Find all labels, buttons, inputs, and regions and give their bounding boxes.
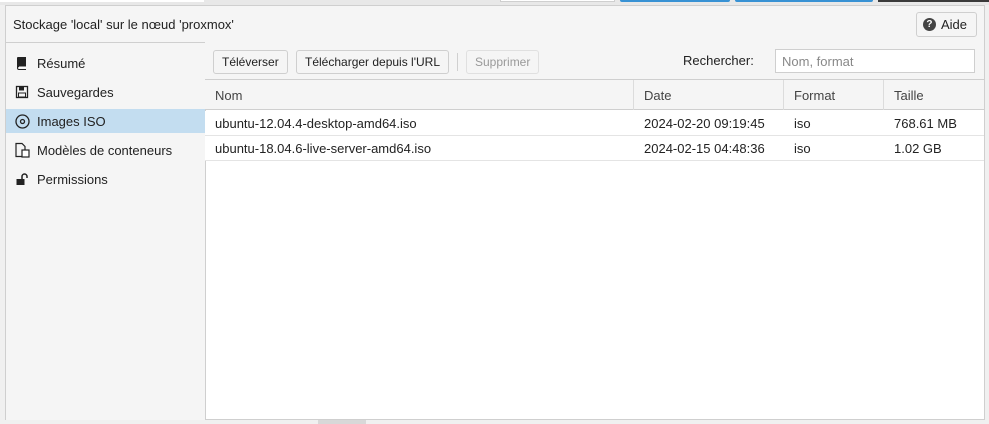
sidebar-item-label: Sauvegardes [37, 84, 114, 100]
column-header-date[interactable]: Date [634, 80, 784, 110]
book-icon [14, 55, 30, 71]
sidebar-item-label: Modèles de conteneurs [37, 142, 173, 158]
delete-button[interactable]: Supprimer [466, 50, 540, 74]
upload-button[interactable]: Téléverser [213, 50, 288, 74]
top-button-edge[interactable] [735, 0, 873, 2]
column-header-format[interactable]: Format [784, 80, 884, 110]
floppy-icon [14, 84, 30, 100]
search-label: Rechercher: [683, 53, 754, 68]
iso-toolbar: Téléverser Télécharger depuis l'URL Supp… [205, 42, 984, 80]
top-field-edge [500, 0, 615, 2]
top-search-field-edge [0, 0, 204, 2]
collapse-handle[interactable] [318, 420, 366, 424]
table-row[interactable]: ubuntu-18.04.6-live-server-amd64.iso 202… [205, 136, 984, 161]
cell-size: 1.02 GB [894, 141, 942, 156]
sidebar-item-iso-images[interactable]: Images ISO [6, 109, 205, 133]
download-from-url-button[interactable]: Télécharger depuis l'URL [296, 50, 450, 74]
question-icon: ? [922, 18, 936, 31]
sidebar-item-label: Permissions [37, 171, 108, 187]
cell-size: 768.61 MB [894, 116, 957, 131]
top-button-edge[interactable] [878, 0, 989, 2]
column-header-name[interactable]: Nom [205, 80, 634, 110]
cell-format: iso [794, 141, 811, 156]
sidebar-item-container-templates[interactable]: Modèles de conteneurs [6, 138, 205, 162]
disc-icon [14, 113, 30, 129]
sidebar-item-label: Images ISO [37, 113, 106, 129]
panel-title: Stockage 'local' sur le nœud 'proxmox' [13, 17, 234, 32]
cell-date: 2024-02-20 09:19:45 [644, 116, 765, 131]
sidebar-item-permissions[interactable]: Permissions [6, 167, 205, 191]
cell-name: ubuntu-18.04.6-live-server-amd64.iso [215, 141, 432, 156]
table-row[interactable]: ubuntu-12.04.4-desktop-amd64.iso 2024-02… [205, 111, 984, 136]
panel-header: Stockage 'local' sur le nœud 'proxmox' ?… [6, 6, 984, 43]
help-button-label: Aide [940, 17, 967, 32]
sidebar-item-label: Résumé [37, 55, 86, 71]
column-header-size[interactable]: Taille [884, 80, 984, 110]
toolbar-separator [457, 53, 458, 71]
top-button-edge[interactable] [620, 0, 730, 2]
sidebar-item-summary[interactable]: Résumé [6, 51, 205, 75]
cell-format: iso [794, 116, 811, 131]
sidebar-item-backups[interactable]: Sauvegardes [6, 80, 205, 104]
grid-header: Nom Date Format Taille [205, 80, 984, 110]
help-button[interactable]: ? Aide [915, 12, 977, 37]
cell-name: ubuntu-12.04.4-desktop-amd64.iso [215, 116, 417, 131]
container-template-icon [14, 142, 30, 158]
cell-date: 2024-02-15 04:48:36 [644, 141, 765, 156]
unlock-icon [14, 171, 30, 187]
search-input[interactable] [775, 49, 975, 73]
storage-nav-sidebar: Résumé Sauvegardes Images ISO Modèles de… [6, 43, 206, 420]
